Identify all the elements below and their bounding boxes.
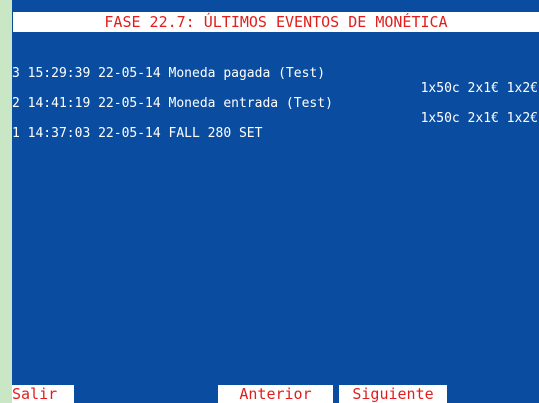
event-line: 3 15:29:39 22-05-14 Moneda pagada (Test) [12, 66, 326, 81]
function-key-bar: Salir Anterior Siguiente [12, 385, 539, 403]
event-line: 2 14:41:19 22-05-14 Moneda entrada (Test… [12, 96, 333, 111]
event-line: 1 14:37:03 22-05-14 FALL 280 SET [12, 126, 263, 141]
page-title: FASE 22.7: ÚLTIMOS EVENTOS DE MONÉTICA [13, 12, 539, 32]
anterior-button[interactable]: Anterior [218, 385, 333, 403]
siguiente-button[interactable]: Siguiente [339, 385, 447, 403]
terminal-screen: FASE 22.7: ÚLTIMOS EVENTOS DE MONÉTICA 3… [12, 0, 539, 403]
events-list: 3 15:29:39 22-05-14 Moneda pagada (Test)… [12, 66, 539, 141]
salir-button[interactable]: Salir [12, 385, 74, 403]
event-detail: 1x50c 2x1€ 1x2€ [420, 111, 538, 126]
event-detail: 1x50c 2x1€ 1x2€ [420, 81, 538, 96]
